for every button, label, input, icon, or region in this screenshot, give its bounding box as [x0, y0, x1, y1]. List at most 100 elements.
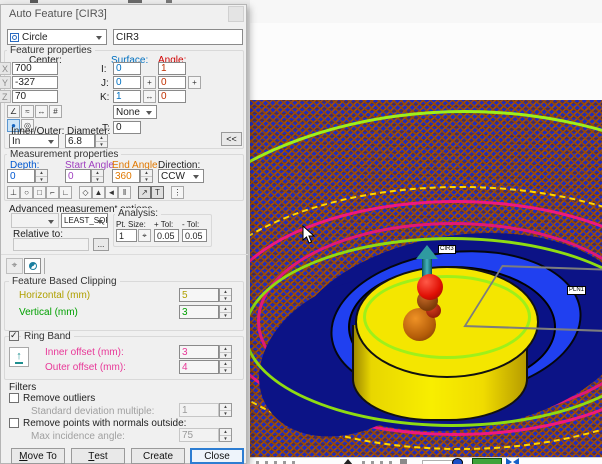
viewport-top-chrome [250, 0, 602, 24]
std-dev-spinner [219, 403, 232, 417]
pt-size-pick-icon[interactable]: ⌖ [138, 229, 151, 242]
feature-type-combo[interactable]: Circle [7, 29, 107, 45]
probe-arrowhead [416, 245, 438, 259]
normal-combo[interactable]: None [113, 105, 157, 119]
diameter-spinner[interactable] [95, 134, 108, 148]
angle-i-input[interactable]: 1 [158, 62, 186, 75]
point-toggle-icon[interactable]: T [151, 186, 164, 199]
meas-strategy-icon-2[interactable]: ○ [20, 186, 33, 199]
std-dev-label: Standard deviation multiple: [31, 406, 154, 417]
tab-strip-separator [1, 254, 248, 255]
vertical-label: Vertical (mm) [19, 307, 78, 318]
center-z-input[interactable]: 70 [12, 90, 58, 103]
meas-option-icon-2[interactable]: ▲ [92, 186, 105, 199]
ring-band-checkbox[interactable] [9, 331, 19, 341]
end-angle-spinner[interactable] [140, 169, 153, 183]
cropped-app-fragment [128, 0, 142, 3]
meas-option-icon-4[interactable]: ‖ [118, 186, 131, 199]
center-x-input[interactable]: 700 [12, 62, 58, 75]
inner-offset-input[interactable]: 3 [179, 345, 219, 359]
surface-flip-button[interactable]: ↔ [143, 90, 156, 103]
meas-option-icon-3[interactable]: ◄ [105, 186, 118, 199]
angle-j-input[interactable]: 0 [158, 76, 186, 89]
max-incidence-input: 75 [179, 428, 219, 442]
toolbar-fragment-bowtie-left [506, 458, 512, 464]
filters-title: Filters [9, 382, 36, 393]
create-button[interactable]: Create [131, 448, 185, 464]
toolbar-fragment-blue-circle [452, 458, 463, 464]
direction-combo[interactable]: CCW [158, 169, 204, 183]
surface-k-input[interactable]: 1 [113, 90, 141, 103]
relative-to-browse-button[interactable]: ... [93, 238, 109, 251]
algorithm-combo[interactable]: LEAST_SQR [61, 213, 108, 228]
inner-offset-label: Inner offset (mm): [45, 347, 124, 358]
filter-combo-disabled [11, 213, 59, 228]
tab-clipping[interactable] [24, 258, 41, 274]
minus-tol-input[interactable]: 0.05 [182, 229, 207, 242]
outer-offset-input[interactable]: 4 [179, 360, 219, 374]
inner-outer-combo[interactable]: In [9, 134, 59, 148]
t-input[interactable]: 0 [113, 121, 141, 134]
probe-ball-red [417, 274, 443, 300]
surface-j-input[interactable]: 0 [113, 76, 141, 89]
meas-strategy-icon-4[interactable]: ⌐ [46, 186, 59, 199]
vertical-input[interactable]: 3 [179, 305, 219, 319]
angle-vector-pick-button[interactable]: + [188, 76, 201, 89]
meas-strategy-icon-1[interactable]: ⊥ [7, 186, 20, 199]
path-toggle-icon[interactable]: ↗ [138, 186, 151, 199]
depth-input[interactable]: 0 [7, 169, 35, 183]
target-values-icon[interactable]: ↔ [35, 105, 48, 118]
diameter-input[interactable]: 6.8 [65, 134, 95, 148]
remove-normals-label: Remove points with normals outside: [23, 418, 186, 429]
remove-normals-checkbox[interactable] [9, 418, 19, 428]
pt-size-input[interactable]: 1 [116, 229, 137, 242]
surface-i-input[interactable]: 0 [113, 62, 141, 75]
outer-offset-spinner[interactable] [219, 360, 232, 374]
angle-k-input[interactable]: 0 [158, 90, 186, 103]
viewport-canvas[interactable]: PLN1 CIR3 [250, 23, 602, 457]
meas-strategy-icon-3[interactable]: □ [33, 186, 46, 199]
more-options-icon[interactable]: ⋮ [171, 186, 184, 199]
plus-tol-input[interactable]: 0.05 [154, 229, 179, 242]
move-to-button[interactable]: Move To [11, 448, 65, 464]
grid-snap-icon[interactable]: # [49, 105, 62, 118]
meas-strategy-icon-5[interactable]: ∟ [59, 186, 72, 199]
feature-name-input[interactable]: CIR3 [113, 29, 243, 45]
start-angle-input[interactable]: 0 [65, 169, 91, 183]
feature-label[interactable]: CIR3 [438, 245, 456, 254]
toolbar-fragment-lock [400, 459, 407, 464]
remove-outliers-checkbox[interactable] [9, 393, 19, 403]
toolbar-fragment-triangle [343, 459, 353, 464]
screen: PLN1 CIR3 Auto Feature [CIR3] Circle CI [0, 0, 602, 464]
surface-vector-pick-button[interactable]: + [143, 76, 156, 89]
horizontal-input[interactable]: 5 [179, 288, 219, 302]
theo-values-icon[interactable]: ∠ [7, 105, 20, 118]
meas-option-icon-1[interactable]: ◇ [79, 186, 92, 199]
std-dev-input: 1 [179, 403, 219, 417]
end-angle-input[interactable]: 360 [112, 169, 140, 183]
y-axis-badge: Y [0, 76, 11, 89]
collapse-button[interactable]: << [221, 132, 242, 146]
toolbar-fragment-field [422, 460, 454, 464]
feature-based-clipping-title: Feature Based Clipping [9, 276, 120, 287]
dialog-titlebar-button[interactable] [228, 6, 244, 22]
start-angle-spinner[interactable] [91, 169, 104, 183]
horizontal-spinner[interactable] [219, 288, 232, 302]
test-button[interactable]: Test [71, 448, 125, 464]
relative-to-input [13, 238, 89, 251]
toolbar-fragment-bowtie-right [513, 458, 519, 464]
center-y-input[interactable]: -327 [12, 76, 58, 89]
analysis-title: Analysis: [115, 208, 161, 219]
inner-offset-spinner[interactable] [219, 345, 232, 359]
depth-spinner[interactable] [35, 169, 48, 183]
meas-values-icon[interactable]: ≈ [21, 105, 34, 118]
outer-offset-label: Outer offset (mm): [45, 362, 126, 373]
bottom-toolbar-strip [250, 457, 602, 464]
plane-label[interactable]: PLN1 [567, 286, 586, 295]
toolbar-fragment-green-button [472, 458, 502, 464]
close-button[interactable]: Close [190, 448, 244, 464]
measurement-properties-title: Measurement properties [7, 149, 121, 160]
tab-probe-options[interactable]: ⌖ [6, 258, 23, 274]
vertical-spinner[interactable] [219, 305, 232, 319]
ring-band-direction-icon[interactable]: ↑ [9, 347, 29, 367]
